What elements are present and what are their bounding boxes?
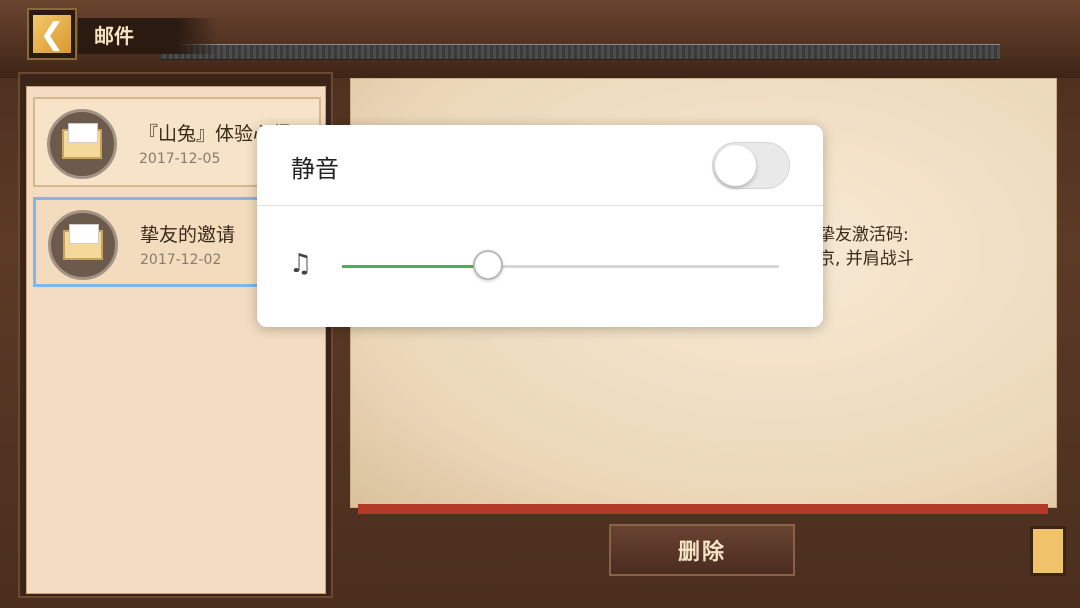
sound-settings-popup: 静音 ♫: [257, 125, 823, 327]
mute-row: 静音: [257, 125, 823, 206]
page-title: 邮件: [78, 18, 218, 54]
chevron-left-icon: ❮: [33, 15, 71, 53]
mute-toggle[interactable]: [712, 142, 790, 189]
mail-date: 2017-12-02: [140, 252, 222, 268]
envelope-icon: [48, 210, 118, 280]
lantern-decoration: [1030, 526, 1066, 576]
mail-body-line: 挚友激活码:: [818, 225, 909, 245]
delete-button[interactable]: 删除: [609, 524, 795, 576]
volume-slider[interactable]: [342, 250, 779, 280]
top-rail-decoration: [160, 44, 1000, 60]
mute-label: 静音: [291, 155, 339, 183]
back-button[interactable]: ❮: [27, 8, 77, 60]
music-note-icon: ♫: [289, 249, 313, 279]
envelope-icon: [47, 109, 117, 179]
volume-slider-thumb[interactable]: [472, 250, 503, 280]
toggle-knob: [715, 145, 756, 186]
panel-red-edge: [358, 504, 1048, 514]
mail-body-line: 京, 并肩战斗: [818, 249, 914, 269]
mail-date: 2017-12-05: [139, 151, 221, 167]
volume-slider-fill: [342, 265, 488, 268]
